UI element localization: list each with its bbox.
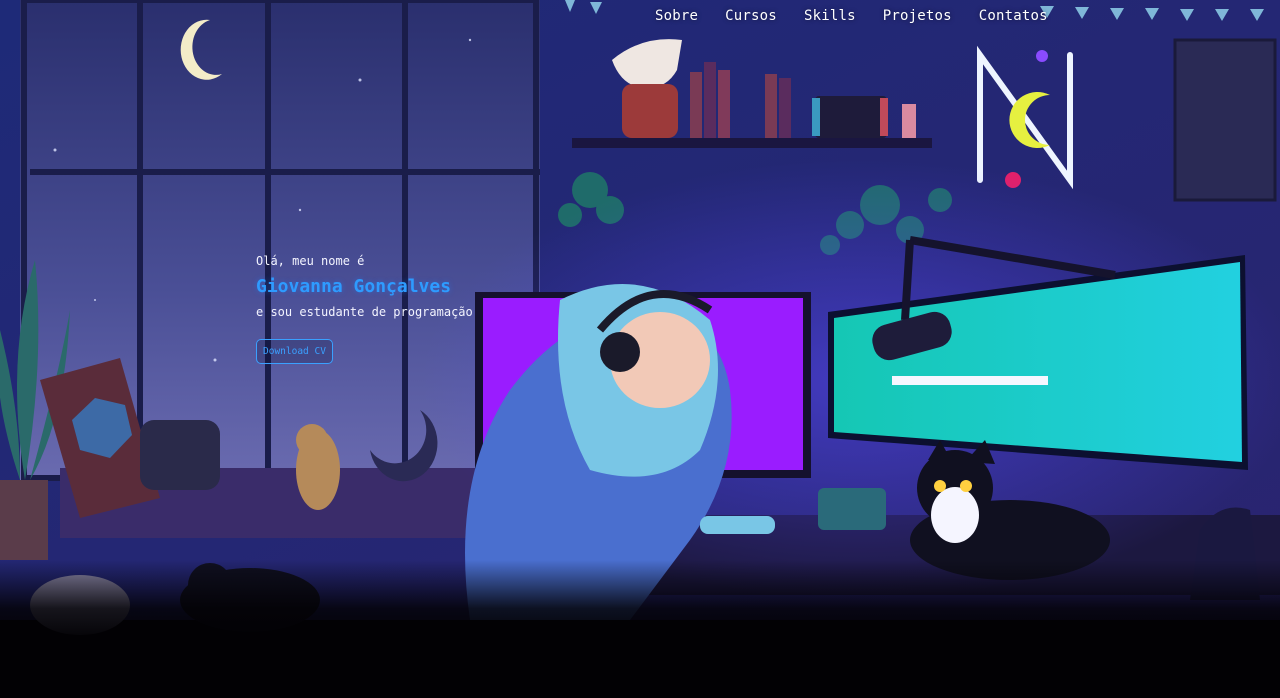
nav-link-cursos[interactable]: Cursos: [725, 8, 777, 24]
hero-section: Sobre Cursos Skills Projetos Contatos Ol…: [0, 0, 1280, 698]
download-cv-button[interactable]: Download CV: [256, 339, 333, 364]
nav-link-skills[interactable]: Skills: [804, 8, 856, 24]
nav-link-contatos[interactable]: Contatos: [979, 8, 1048, 24]
hero-intro: Olá, meu nome é Giovanna Gonçalves e sou…: [256, 254, 473, 364]
bottom-fade: [0, 560, 1280, 698]
hero-name: Giovanna Gonçalves: [256, 276, 452, 297]
greeting-text: Olá, meu nome é: [256, 254, 365, 268]
top-navigation: Sobre Cursos Skills Projetos Contatos: [655, 8, 1048, 24]
nav-link-sobre[interactable]: Sobre: [655, 8, 698, 24]
hero-tagline: e sou estudante de programação: [256, 305, 473, 319]
nav-link-projetos[interactable]: Projetos: [883, 8, 952, 24]
